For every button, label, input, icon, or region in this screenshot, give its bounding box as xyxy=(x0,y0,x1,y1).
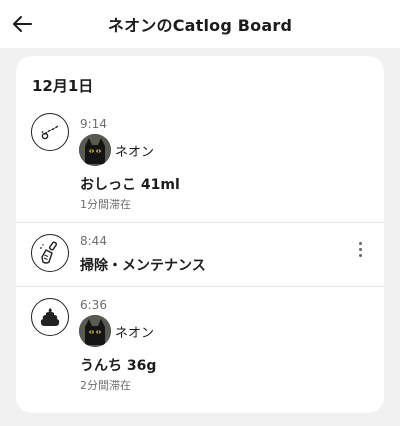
entry-icon-circle xyxy=(31,298,69,336)
entry-time: 6:36 xyxy=(80,298,107,312)
back-button[interactable] xyxy=(8,10,36,38)
entry-duration: 2分間滞在 xyxy=(80,379,131,392)
cat-name: ネオン xyxy=(115,144,155,160)
entry-time: 9:14 xyxy=(80,117,107,131)
urine-drops-icon xyxy=(41,124,60,140)
arrow-left-icon xyxy=(13,16,32,32)
more-vertical-icon xyxy=(358,241,362,245)
avatar xyxy=(79,134,111,166)
entry-duration: 1分間滞在 xyxy=(80,198,131,211)
avatar xyxy=(79,315,111,347)
entry-icon-circle xyxy=(31,113,69,151)
log-entry-cleaning[interactable]: 8:44 掃除・メンテナンス xyxy=(16,223,384,286)
entry-title: おしっこ 41ml xyxy=(80,177,180,193)
entry-icon-circle xyxy=(31,234,69,272)
log-card: 12月1日 9:14 ネオン おしっこ 41ml 1分間滞在 8:44 掃除・メ… xyxy=(16,56,384,413)
app-header: ネオンのCatlog Board xyxy=(0,0,400,48)
cat-profile: ネオン xyxy=(79,315,154,347)
entry-time: 8:44 xyxy=(80,234,107,248)
entry-title: 掃除・メンテナンス xyxy=(80,258,206,274)
cleaning-scoop-icon xyxy=(40,241,58,264)
log-entry-poop[interactable]: 6:36 ネオン うんち 36g 2分間滞在 xyxy=(16,287,384,413)
entry-title: うんち 36g xyxy=(80,358,157,374)
more-options-button[interactable] xyxy=(352,237,368,261)
cat-profile: ネオン xyxy=(79,134,154,166)
cat-name: ネオン xyxy=(115,325,155,341)
page-title: ネオンのCatlog Board xyxy=(107,16,293,35)
poop-icon xyxy=(40,308,60,326)
log-entry-urine[interactable]: 9:14 ネオン おしっこ 41ml 1分間滞在 xyxy=(16,56,384,222)
